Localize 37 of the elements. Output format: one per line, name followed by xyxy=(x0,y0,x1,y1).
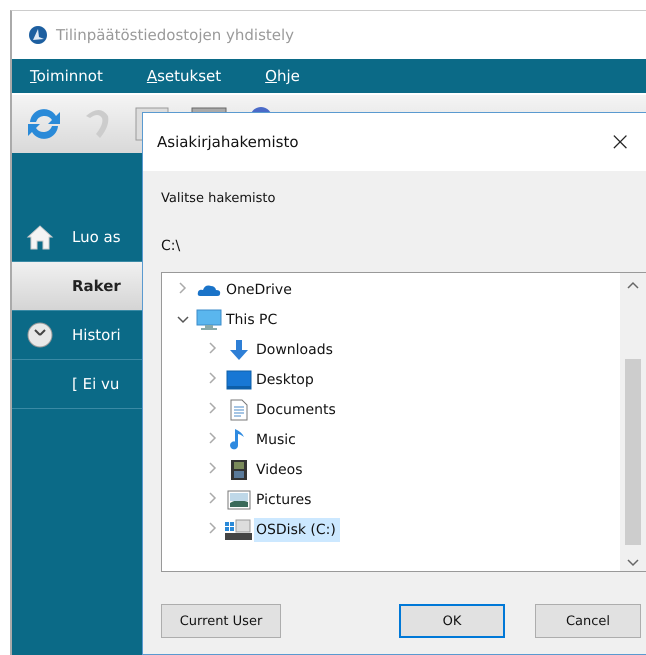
sidebar-item[interactable]: Raker xyxy=(12,262,142,311)
menu-item[interactable]: Ohje xyxy=(265,67,300,85)
scroll-down-icon[interactable] xyxy=(627,559,639,567)
tree-item[interactable]: This PC xyxy=(224,308,282,332)
tree-item[interactable]: OSDisk (C:) xyxy=(254,518,340,542)
tree-item[interactable]: Desktop xyxy=(254,368,318,392)
prompt-label: Valitse hakemisto xyxy=(161,191,276,206)
cloud-icon xyxy=(197,283,221,297)
download-arrow-icon xyxy=(228,339,250,361)
menu-item[interactable]: Asetukset xyxy=(146,67,222,85)
dialog-button[interactable]: OK xyxy=(399,604,505,638)
close-button[interactable]: × xyxy=(605,127,635,157)
menu-item[interactable]: Toiminnot xyxy=(30,67,103,85)
tree-item[interactable]: Pictures xyxy=(254,488,316,512)
desktop-icon xyxy=(226,370,252,390)
dialog-button[interactable]: Current User xyxy=(161,604,281,638)
drive-icon xyxy=(224,519,254,541)
clock-icon xyxy=(27,322,53,348)
dialog-title: Asiakirjahakemisto xyxy=(157,133,299,151)
tree-item[interactable]: Music xyxy=(254,428,300,452)
scrollbar[interactable] xyxy=(620,273,646,571)
home-icon xyxy=(26,224,54,250)
dialog-button[interactable]: Cancel xyxy=(535,604,641,638)
tree-item[interactable]: Videos xyxy=(254,458,307,482)
computer-icon xyxy=(196,309,222,331)
sidebar-item[interactable]: Histori xyxy=(12,311,142,360)
film-icon xyxy=(230,459,248,481)
scroll-thumb[interactable] xyxy=(625,359,641,545)
picture-icon xyxy=(227,490,251,510)
window-title: Tilinpäätöstiedostojen yhdistely xyxy=(56,26,294,44)
path-label: C:\ xyxy=(161,238,182,254)
scroll-up-icon[interactable] xyxy=(627,281,639,289)
document-icon xyxy=(230,399,248,421)
tree-item[interactable]: OneDrive xyxy=(224,278,296,302)
app-logo-icon xyxy=(28,25,48,45)
tree-item[interactable]: Downloads xyxy=(254,338,337,362)
tree-item[interactable]: Documents xyxy=(254,398,340,422)
